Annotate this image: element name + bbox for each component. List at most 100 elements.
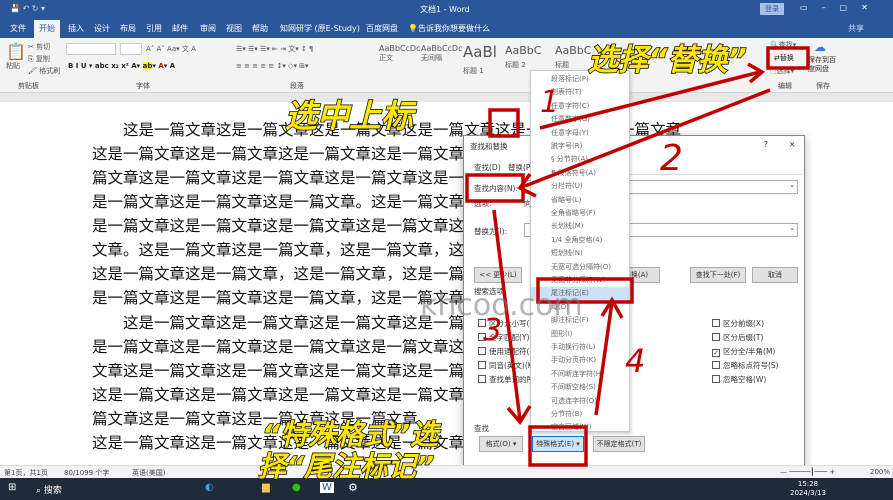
style-no-spacing[interactable]: AaBbCcDc 无间隔: [421, 44, 462, 63]
tab-view[interactable]: 视图: [226, 23, 242, 34]
ruler: [0, 93, 893, 102]
close-icon[interactable]: ✕: [789, 140, 795, 149]
no-formatting-button[interactable]: 不限定格式(T): [593, 436, 645, 452]
edge-icon[interactable]: ◐: [205, 482, 214, 493]
copy-button[interactable]: ⎘ 复制: [28, 54, 50, 64]
special-menu-item[interactable]: 分节符(B): [531, 408, 629, 421]
special-menu-item[interactable]: 任意字母(Y): [531, 127, 629, 140]
match-prefix-checkbox[interactable]: 区分前缀(X): [712, 318, 764, 329]
find-replace-dialog: 查找和替换 ? ✕ 查找(D) 替换(P) 查找内容(N): ⌄ 选项: 向下 …: [463, 135, 805, 468]
tab-review[interactable]: 审阅: [200, 23, 216, 34]
special-menu-item[interactable]: 1/4 全角空格(4): [531, 234, 629, 247]
wechat-icon[interactable]: ●: [292, 482, 301, 493]
special-menu-item[interactable]: 空白区域(W): [531, 421, 629, 434]
style-title[interactable]: AaBbC 标题: [555, 44, 591, 70]
find-button[interactable]: 🔍查找▾: [770, 40, 796, 50]
search-options-label: 搜索选项: [474, 287, 504, 296]
zoom-slider[interactable]: — ─────┃─── +: [780, 468, 835, 476]
find-next-button[interactable]: 查找下一处(F): [690, 267, 746, 283]
tab-help[interactable]: 帮助: [252, 23, 268, 34]
word-count[interactable]: 80/1099 个字: [64, 468, 109, 478]
special-menu-item[interactable]: 制表符(T): [531, 86, 629, 99]
cut-button[interactable]: ✂ 剪切: [28, 42, 50, 52]
style-normal[interactable]: AaBbCcDc 正文: [379, 44, 420, 63]
special-menu-item[interactable]: 尾注标记(E): [531, 287, 629, 301]
special-menu-item[interactable]: 图形(I): [531, 328, 629, 341]
clock[interactable]: 15:28 2024/3/13: [790, 480, 826, 498]
align-buttons[interactable]: ≡ ≡ ≡ ≡ ≡ ↕▾ ◇▾ ⊞▾: [236, 62, 309, 70]
special-menu-item[interactable]: 任意字符(C): [531, 100, 629, 113]
match-width-checkbox[interactable]: ✓ 区分全/半角(M): [712, 346, 775, 357]
tab-design[interactable]: 设计: [94, 23, 110, 34]
tab-layout[interactable]: 布局: [120, 23, 136, 34]
tab-mailings[interactable]: 邮件: [172, 23, 188, 34]
match-case-checkbox[interactable]: 区分大小写(H): [478, 318, 538, 329]
paste-button[interactable]: 粘贴: [6, 61, 20, 71]
less-button[interactable]: << 更少(L): [474, 267, 522, 283]
special-menu-item[interactable]: 段落标记(P): [531, 73, 629, 86]
font-size-select[interactable]: [120, 43, 142, 55]
format-button[interactable]: 格式(O) ▾: [479, 436, 523, 452]
special-menu-item[interactable]: 脚注标记(F): [531, 314, 629, 327]
page-count[interactable]: 第1页，共1页: [4, 468, 48, 478]
special-menu-item[interactable]: 不间断连字符(H): [531, 368, 629, 381]
select-button[interactable]: ⬚选择▾: [770, 66, 794, 76]
save-baidu-button[interactable]: 保存到百度网盘: [808, 56, 838, 74]
special-menu-item[interactable]: 手动换行符(L): [531, 341, 629, 354]
window-controls[interactable]: ▭–▢✕: [800, 3, 882, 12]
tab-home[interactable]: 开始: [34, 20, 60, 38]
zoom-level[interactable]: 200%: [870, 468, 890, 476]
match-suffix-checkbox[interactable]: 区分后缀(T): [712, 332, 763, 343]
tab-find[interactable]: 查找(D): [474, 162, 501, 173]
help-button[interactable]: ?: [764, 140, 768, 149]
special-menu-item[interactable]: 分栏符(U): [531, 180, 629, 193]
special-menu-item[interactable]: 脱字号(R): [531, 140, 629, 153]
quick-access-icons[interactable]: 💾 ↶ ↻ ▾: [10, 4, 45, 13]
special-menu-item[interactable]: 长划线(M): [531, 220, 629, 233]
special-menu-item[interactable]: 省略号(L): [531, 194, 629, 207]
font-size-buttons[interactable]: A˄ A˅ Aa▾ 文 A: [146, 44, 196, 54]
replace-button[interactable]: ⇄替换: [774, 53, 794, 63]
tab-references[interactable]: 引用: [146, 23, 162, 34]
special-menu-item[interactable]: 全角省略号(F): [531, 207, 629, 220]
tab-insert[interactable]: 插入: [68, 23, 84, 34]
special-menu-item[interactable]: 无宽可选分隔符(O): [531, 261, 629, 274]
sounds-like-checkbox[interactable]: 同音(英文)(K): [478, 360, 536, 371]
word-icon[interactable]: W: [320, 482, 334, 493]
find-what-label: 查找内容(N):: [474, 184, 518, 193]
language[interactable]: 英语(美国): [132, 468, 165, 478]
tell-me[interactable]: 💡告诉我你想要做什么: [408, 23, 490, 34]
whole-word-checkbox[interactable]: 全字匹配(Y): [478, 332, 529, 343]
ribbon-tabs: 文件 开始 插入 设计 布局 引用 邮件 审阅 视图 帮助 知网研学 (原E-S…: [0, 18, 893, 38]
paste-icon[interactable]: 📋: [6, 42, 26, 61]
login-button[interactable]: 登录: [760, 3, 784, 15]
taskbar-search[interactable]: ⌕ 搜索: [36, 483, 62, 496]
special-menu-item[interactable]: 可选连字符(O): [531, 395, 629, 408]
format-painter-button[interactable]: 🖌 格式刷: [28, 66, 60, 76]
style-heading1[interactable]: AaBl 标题 1: [463, 44, 497, 79]
settings-icon[interactable]: ⚙: [348, 481, 358, 494]
font-format-buttons[interactable]: B I U ▾ abc x₂ x² A▾ ab▾ A▾ A: [68, 62, 175, 70]
special-format-button[interactable]: 特殊格式(E) ▾: [532, 436, 584, 452]
special-menu-item[interactable]: ¶ 段落符号(A): [531, 167, 629, 180]
share-button[interactable]: 共享: [848, 23, 864, 34]
special-menu-item[interactable]: 无宽非分隔符(W): [531, 274, 629, 287]
explorer-icon[interactable]: ▆: [262, 482, 270, 493]
windows-start-icon[interactable]: ⊞: [8, 482, 16, 493]
tab-baidu[interactable]: 百度网盘: [366, 23, 398, 34]
style-heading2[interactable]: AaBbC 标题 2: [505, 44, 541, 70]
special-menu-item[interactable]: 手动分页符(K): [531, 354, 629, 367]
cancel-button[interactable]: 取消: [752, 267, 798, 283]
tab-cnki[interactable]: 知网研学 (原E-Study): [280, 23, 360, 34]
special-menu-item[interactable]: 短划线(N): [531, 247, 629, 260]
list-buttons[interactable]: ☰▾ ☰▾ ☰▾ ⇤ ⇥ 文▾ ↕ ¶: [236, 44, 314, 54]
font-name-select[interactable]: [66, 43, 116, 55]
special-menu-item[interactable]: § 分节符(A): [531, 153, 629, 166]
ignore-space-checkbox[interactable]: 忽略空格(W): [712, 374, 766, 385]
ignore-punct-checkbox[interactable]: 忽略标点符号(S): [712, 360, 779, 371]
special-menu-item[interactable]: 任意数字(G): [531, 113, 629, 126]
wildcards-checkbox[interactable]: 使用通配符(U): [478, 346, 538, 357]
tab-file[interactable]: 文件: [10, 23, 26, 34]
special-menu-item[interactable]: 域(D): [531, 301, 629, 314]
special-menu-item[interactable]: 不间断空格(S): [531, 381, 629, 394]
